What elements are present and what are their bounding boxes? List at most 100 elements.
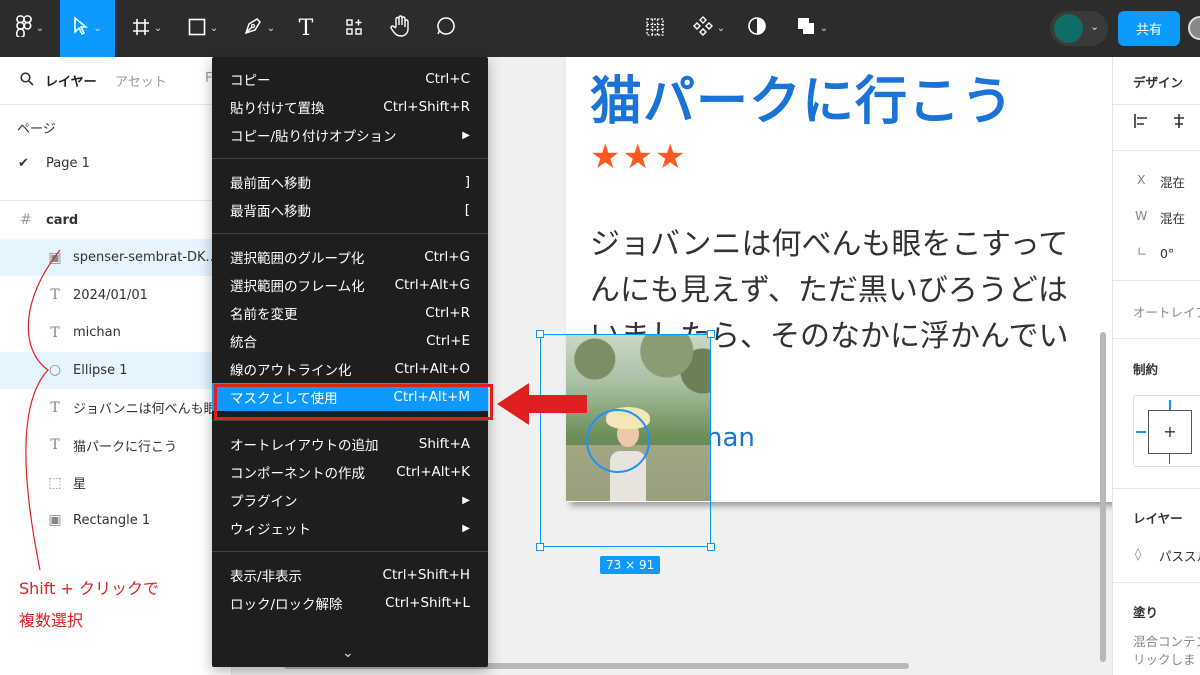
- annotation-text: Shift + クリックで 複数選択: [19, 579, 159, 630]
- menu-item-shortcut: Shift+A: [418, 436, 470, 452]
- component-diamond-icon: [692, 16, 713, 41]
- x-field[interactable]: 混在: [1160, 172, 1185, 191]
- menu-item[interactable]: プラグイン ▶: [212, 486, 488, 514]
- vertical-scrollbar[interactable]: [1100, 332, 1106, 662]
- align-grid-button[interactable]: [640, 0, 670, 57]
- menu-item-label: 選択範囲のフレーム化: [230, 279, 365, 295]
- x-label: X: [1137, 172, 1146, 187]
- menu-item[interactable]: コピー Ctrl+C: [212, 65, 488, 93]
- layer-label: 星: [73, 477, 87, 492]
- menu-scroll-down-icon[interactable]: ⌄: [342, 645, 354, 661]
- fill-heading: 塗り: [1133, 605, 1159, 620]
- menu-item[interactable]: 最前面へ移動]: [212, 168, 488, 196]
- chevron-down-icon: ⌄: [209, 23, 219, 34]
- hand-tool-button[interactable]: [384, 0, 416, 57]
- constraint-left[interactable]: [1136, 431, 1146, 433]
- constraint-bottom[interactable]: [1169, 454, 1170, 464]
- move-tool-button[interactable]: ⌄: [60, 0, 115, 57]
- menu-separator: [212, 551, 488, 552]
- resources-tool-button[interactable]: [338, 0, 370, 57]
- stars[interactable]: ★★★: [590, 137, 687, 177]
- text-tool-button[interactable]: T: [290, 0, 322, 57]
- user-avatar[interactable]: [1188, 16, 1200, 40]
- multiplayer-avatar-button[interactable]: ⌄: [1050, 11, 1108, 46]
- menu-item-shortcut: Ctrl+R: [425, 305, 470, 321]
- boolean-union-icon: [796, 16, 816, 41]
- menu-item-shortcut: Ctrl+Shift+L: [385, 595, 470, 611]
- menu-separator: [212, 158, 488, 159]
- align-left-icon[interactable]: [1133, 113, 1149, 133]
- tab-layers[interactable]: レイヤー: [45, 71, 97, 90]
- top-toolbar: ⌄ ⌄ ⌄ ⌄ ⌄ T ⌄ ⌄ ⌄ 共有: [0, 0, 1200, 57]
- layer-label: Ellipse 1: [73, 362, 128, 378]
- menu-item[interactable]: 統合 Ctrl+E: [212, 327, 488, 355]
- author-text[interactable]: han: [706, 423, 755, 453]
- resize-handle[interactable]: [707, 543, 715, 551]
- menu-item[interactable]: 選択範囲のフレーム化 Ctrl+Alt+G: [212, 271, 488, 299]
- menu-item-shortcut: Ctrl+G: [424, 249, 470, 265]
- components-icon: [345, 17, 363, 41]
- resize-handle[interactable]: [536, 330, 544, 338]
- menu-item[interactable]: 貼り付けて置換 Ctrl+Shift+R: [212, 93, 488, 121]
- card-title[interactable]: 猫パークに行こう: [590, 59, 1014, 134]
- resize-handle[interactable]: [536, 543, 544, 551]
- menu-item[interactable]: オートレイアウトの追加 Shift+A: [212, 430, 488, 458]
- menu-item-label: 線のアウトライン化: [230, 363, 352, 379]
- frame-icon: #: [20, 212, 32, 228]
- blend-mode-select[interactable]: パススル: [1159, 546, 1200, 565]
- mask-button[interactable]: [742, 0, 772, 57]
- components-button[interactable]: ⌄: [688, 0, 730, 57]
- menu-item[interactable]: 名前を変更 Ctrl+R: [212, 299, 488, 327]
- blend-drop-icon: ◊: [1135, 546, 1142, 561]
- page-item[interactable]: Page 1: [46, 156, 90, 171]
- menu-item[interactable]: コピー/貼り付けオプション ▶: [212, 121, 488, 149]
- menu-item[interactable]: 最背面へ移動 [: [212, 196, 488, 224]
- frame-icon: [132, 17, 150, 41]
- tab-assets[interactable]: アセット: [115, 71, 167, 90]
- resize-handle[interactable]: [707, 330, 715, 338]
- submenu-arrow-icon: ▶: [462, 494, 470, 506]
- constraint-top[interactable]: [1169, 400, 1171, 410]
- fill-hint: 混合コンテン: [1133, 634, 1200, 649]
- search-icon[interactable]: [20, 72, 34, 90]
- menu-item[interactable]: ウィジェット ▶: [212, 514, 488, 542]
- menu-item-shortcut: Ctrl+E: [426, 333, 470, 349]
- chevron-down-icon: ⌄: [1090, 20, 1100, 33]
- cursor-icon: [73, 16, 89, 41]
- pen-tool-button[interactable]: ⌄: [236, 0, 282, 57]
- auto-layout-heading[interactable]: オートレイア: [1133, 302, 1200, 321]
- frame-tool-button[interactable]: ⌄: [124, 0, 170, 57]
- annotation-bracket: [25, 249, 61, 571]
- share-button[interactable]: 共有: [1118, 11, 1180, 46]
- menu-item-shortcut: Ctrl+Alt+O: [394, 361, 470, 377]
- menu-item[interactable]: 選択範囲のグループ化 Ctrl+G: [212, 243, 488, 271]
- main-menu-button[interactable]: ⌄: [8, 0, 52, 57]
- context-menu: コピー Ctrl+C 貼り付けて置換 Ctrl+Shift+R コピー/貼り付けオプショ…: [212, 57, 488, 667]
- layer-label: Rectangle 1: [73, 512, 151, 528]
- constraints-widget[interactable]: +: [1133, 395, 1200, 467]
- shape-tool-button[interactable]: ⌄: [180, 0, 226, 57]
- selection-box[interactable]: [536, 330, 715, 551]
- tab-design[interactable]: デザイン: [1133, 72, 1183, 91]
- align-center-icon[interactable]: [1171, 113, 1187, 133]
- chevron-down-icon: ⌄: [153, 23, 163, 34]
- layer-label: michan: [73, 325, 121, 340]
- boolean-ops-button[interactable]: ⌄: [790, 0, 834, 57]
- menu-item-label: 貼り付けて置換: [230, 101, 325, 117]
- menu-item-label: 表示/非表示: [230, 569, 303, 585]
- submenu-arrow-icon: ▶: [462, 522, 470, 534]
- chevron-down-icon: ⌄: [819, 23, 829, 34]
- text-icon: T: [298, 16, 314, 41]
- rotation-field[interactable]: 0°: [1160, 246, 1174, 261]
- layer-label: 2024/01/01: [73, 287, 148, 303]
- w-field[interactable]: 混在: [1160, 208, 1185, 227]
- menu-item[interactable]: 線のアウトライン化 Ctrl+Alt+O: [212, 355, 488, 383]
- menu-item[interactable]: コンポーネントの作成 Ctrl+Alt+K: [212, 458, 488, 486]
- frame-layer-card[interactable]: card: [46, 213, 78, 228]
- checkmark-icon: ✔: [18, 156, 29, 171]
- menu-item-label: コピー/貼り付けオプション: [230, 129, 397, 145]
- rotation-icon: ∟: [1137, 244, 1148, 259]
- comment-tool-button[interactable]: [430, 0, 462, 57]
- menu-item[interactable]: 表示/非表示 Ctrl+Shift+H: [212, 561, 488, 589]
- menu-item[interactable]: ロック/ロック解除 Ctrl+Shift+L: [212, 589, 488, 617]
